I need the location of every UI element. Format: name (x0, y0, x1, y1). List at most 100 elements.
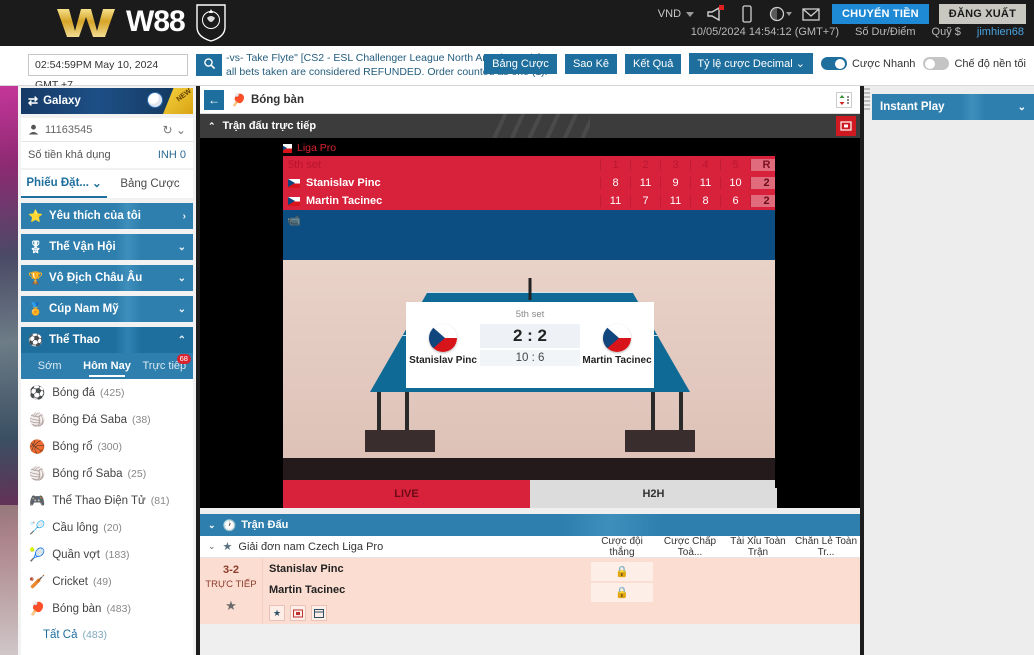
betlist-button[interactable]: Bảng Cược (484, 53, 557, 74)
search-button[interactable] (196, 54, 222, 76)
soccer-ball-icon: ⚽ (29, 384, 46, 400)
tab-live[interactable]: Trực tiếp 68 (136, 353, 193, 379)
fund-link[interactable]: Quỹ $ (932, 26, 961, 38)
header-actions: VND CHUYỂN TIỀN ĐĂNG XUẤT (658, 3, 1026, 25)
event-action-icons: ★ (263, 600, 588, 621)
sport-item-tennis[interactable]: 🎾 Quần vợt (183) (21, 541, 193, 568)
scoreboard-header-row: 5th set 1 2 3 4 5 R (280, 156, 782, 174)
live-count-badge: 68 (176, 354, 191, 364)
chevron-up-icon: ⌃ (177, 334, 186, 346)
settings-circle-dropdown[interactable] (768, 3, 793, 25)
tab-betlist[interactable]: Bảng Cược (107, 170, 193, 198)
new-ribbon: NEW (163, 88, 193, 114)
star-icon[interactable]: ★ (223, 540, 233, 553)
sport-name: Bóng đá (52, 386, 96, 399)
sport-item-football[interactable]: ⚽ Bóng đá (425) (21, 379, 193, 406)
overlay-player-left-name: Stanislav Pinc (409, 355, 477, 366)
sidebar-item-olympics[interactable]: 🎖 Thế Vận Hội ⌄ (21, 234, 193, 260)
dark-mode-switch[interactable] (923, 57, 950, 70)
dark-mode-toggle[interactable]: Chế độ nền tối (923, 57, 1026, 70)
sidebar-item-copa[interactable]: 🏅 Cúp Nam Mỹ ⌄ (21, 296, 193, 322)
announcement-icon[interactable] (704, 3, 726, 25)
subsport-item-mix[interactable]: Cá Cược Tổng Hợp (6) (21, 648, 193, 655)
statement-button[interactable]: Sao Kê (564, 53, 618, 74)
tab-live-view[interactable]: LIVE (283, 480, 530, 508)
sport-item-cricket[interactable]: 🏏 Cricket (49) (21, 568, 193, 595)
refresh-icon[interactable]: ↻ ⌄ (163, 123, 186, 137)
mobile-icon[interactable] (736, 3, 758, 25)
quick-bet-switch[interactable] (820, 57, 847, 70)
overlay-player-right: Martin Tacinec (580, 324, 654, 366)
mail-icon[interactable] (800, 3, 822, 25)
tab-today[interactable]: Hôm Nay (78, 353, 135, 379)
quick-bet-toggle[interactable]: Cược Nhanh (820, 57, 915, 70)
favourite-icon[interactable]: ★ (269, 605, 285, 621)
set-score: 11 (630, 177, 660, 189)
sport-item-basketball[interactable]: 🏀 Bóng rổ (300) (21, 433, 193, 460)
transfer-funds-button[interactable]: CHUYỂN TIỀN (832, 4, 929, 24)
overlay-row: Stanislav Pinc 2 : 2 10 : 6 Martin Tacin… (406, 324, 654, 366)
sidebar-item-label: Cúp Nam Mỹ (48, 303, 119, 315)
league-row[interactable]: ⌄ ★ Giải đơn nam Czech Liga Pro Cược đội… (200, 536, 860, 558)
league-label: Liga Pro (297, 142, 337, 154)
brand-logo[interactable]: W88 (55, 2, 228, 42)
tab-h2h-view[interactable]: H2H (530, 480, 777, 508)
odds-format-select[interactable]: Tỷ lệ cược Decimal ⌄ (689, 53, 813, 74)
tab-betslip[interactable]: Phiếu Đặt... ⌄ (21, 170, 107, 198)
account-row[interactable]: 11163545 ↻ ⌄ (21, 118, 193, 142)
sidebar-item-sports[interactable]: ⚽ Thể Thao ⌃ (21, 327, 193, 353)
sport-item-badminton[interactable]: 🏸 Cầu lông (20) (21, 514, 193, 541)
sport-name: Quần vợt (52, 548, 101, 561)
balance-link[interactable]: Số Dư/Điểm (855, 26, 916, 38)
live-match-header[interactable]: ⌃ Trận đấu trực tiếp (200, 114, 860, 138)
chevron-down-icon: ⌄ (177, 241, 186, 253)
overlay-set-score: 10 : 6 (480, 350, 580, 366)
event-teams-cell: Stanislav Pinc Martin Tacinec ★ (262, 558, 588, 624)
favourite-star-icon[interactable]: ★ (225, 598, 237, 614)
czech-flag-icon (429, 324, 457, 352)
galaxy-banner[interactable]: ⇄ Galaxy NEW (21, 88, 193, 114)
header-stripes (490, 114, 590, 138)
sidebar-item-favourites[interactable]: ⭐ Yêu thích của tôi › (21, 203, 193, 229)
sport-count: (38) (132, 413, 151, 426)
match-table-title: Trận Đấu (241, 519, 289, 531)
currency-selector[interactable]: VND (658, 8, 695, 20)
sport-item-football-saba[interactable]: 🏐 Bóng Đá Saba (38) (21, 406, 193, 433)
set-score: 6 (720, 195, 750, 207)
username-link[interactable]: jimhien68 (977, 26, 1024, 38)
team-name: Martin Tacinec (269, 583, 346, 596)
sidebar-item-euro[interactable]: 🏆 Vô Địch Châu Âu ⌄ (21, 265, 193, 291)
sport-item-basketball-saba[interactable]: 🏐 Bóng rổ Saba (25) (21, 460, 193, 487)
club-crest-icon (194, 2, 228, 42)
panel-drag-handle[interactable] (864, 88, 870, 110)
locked-odds: 🔒 (591, 583, 653, 602)
instant-play-title: Instant Play (880, 101, 945, 113)
match-table-header[interactable]: ⌄ 🕐 Trận Đấu (200, 514, 860, 536)
subsport-item-all[interactable]: Tất Cả (483) (21, 622, 193, 648)
calendar-icon[interactable] (311, 605, 327, 621)
event-status-cell: 3-2 TRỰC TIẾP ★ (200, 558, 262, 624)
stream-icon[interactable] (290, 605, 306, 621)
chevron-down-icon[interactable]: ⌄ (1018, 102, 1026, 113)
set-score: 11 (600, 195, 630, 207)
instant-play-header[interactable]: Instant Play ⌄ (872, 94, 1034, 120)
overlay-scores: 2 : 2 10 : 6 (480, 324, 580, 366)
secondary-toolbar: 02:54:59PM May 10, 2024 GMT +7 -vs- Take… (0, 46, 1034, 91)
sport-item-tabletennis[interactable]: 🏓 Bóng bàn (483) (21, 595, 193, 622)
search-input[interactable]: 02:54:59PM May 10, 2024 GMT +7 (28, 54, 188, 91)
cricket-icon: 🏏 (29, 573, 46, 589)
back-button[interactable]: ← (204, 89, 224, 110)
set-col: 4 (690, 159, 720, 171)
sort-icon[interactable] (836, 91, 852, 108)
basketball-icon: 🏀 (29, 438, 46, 454)
tab-early[interactable]: Sớm (21, 353, 78, 379)
set-col: 2 (630, 159, 660, 171)
sport-item-esports[interactable]: 🎮 Thể Thao Điện Tử (81) (21, 487, 193, 514)
results-button[interactable]: Kết Quả (625, 53, 682, 74)
server-datetime: 10/05/2024 14:54:12 (GMT+7) (690, 26, 839, 38)
odds-column-handicap (656, 562, 724, 624)
sport-name: Bóng Đá Saba (52, 413, 127, 426)
logout-button[interactable]: ĐĂNG XUẤT (938, 4, 1026, 24)
stream-toggle-icon[interactable] (836, 116, 856, 136)
chevron-down-icon: ⌄ (177, 303, 186, 315)
